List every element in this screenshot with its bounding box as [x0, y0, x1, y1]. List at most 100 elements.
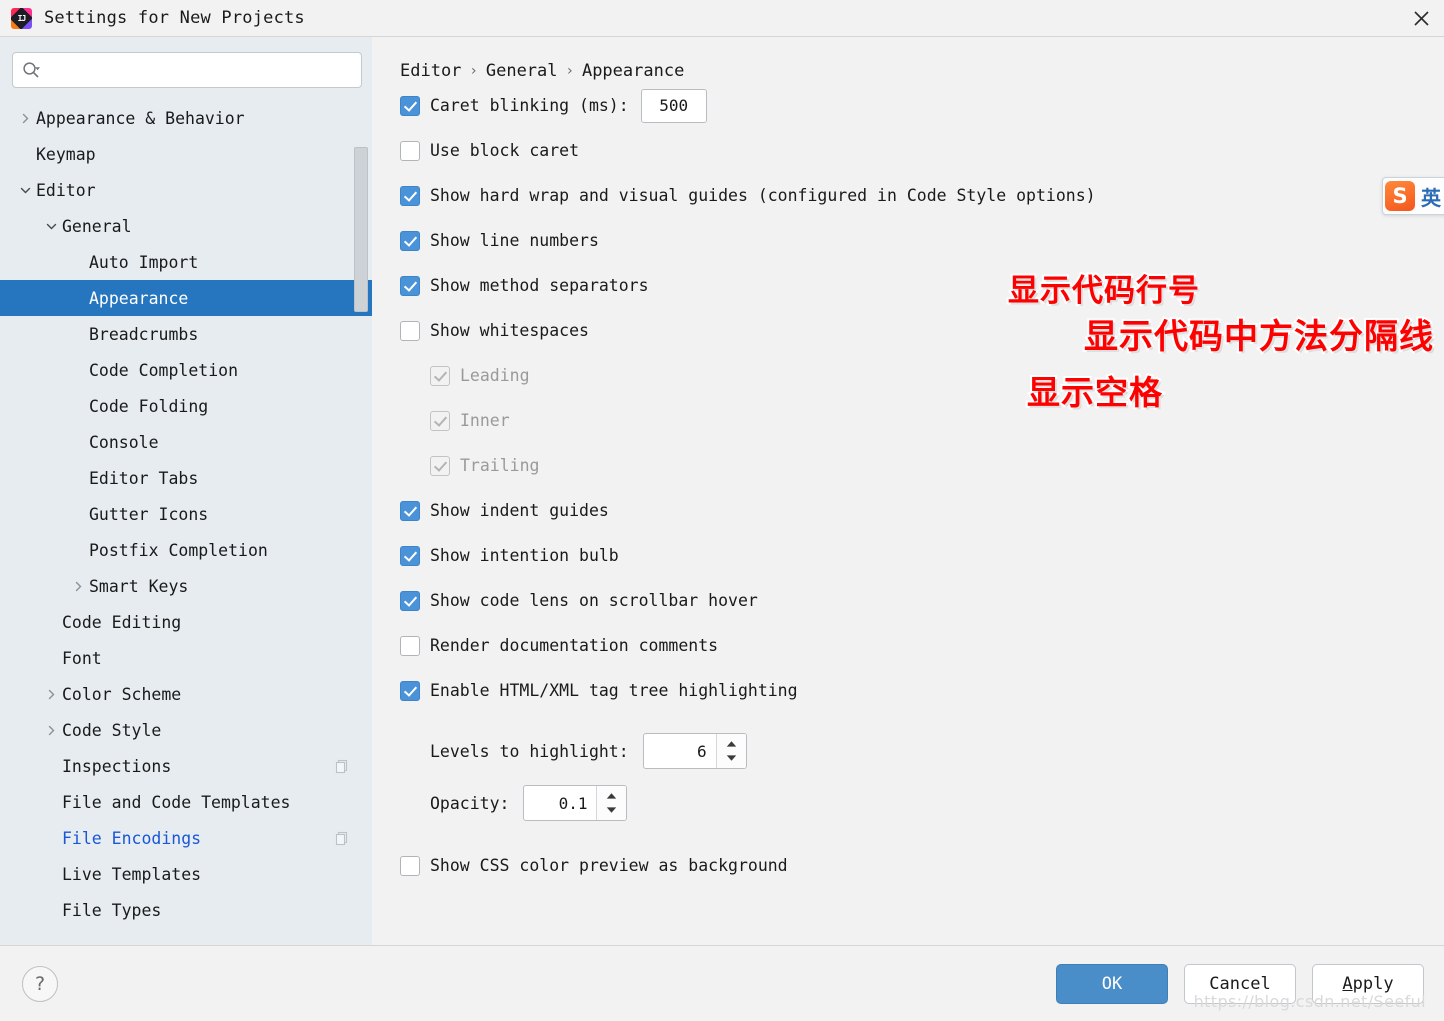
spinner-value-levels-to-highlight[interactable]: 6: [644, 734, 716, 768]
chevron-right-icon[interactable]: [40, 725, 62, 736]
sidebar-item-console[interactable]: Console: [0, 424, 372, 460]
sidebar-item-file-types[interactable]: File Types: [0, 892, 372, 928]
sidebar-item-file-encodings[interactable]: File Encodings: [0, 820, 372, 856]
checkbox-show-hard-wrap-and-visual-guides-configu[interactable]: [400, 185, 420, 206]
sidebar-item-keymap[interactable]: Keymap: [0, 136, 372, 172]
apply-mnemonic: A: [1342, 973, 1353, 994]
search-input[interactable]: [47, 61, 352, 79]
option-label-show-whitespaces: Show whitespaces: [430, 321, 589, 340]
checkbox-show-indent-guides[interactable]: [400, 500, 420, 521]
search-container: [0, 37, 372, 96]
chevron-right-icon[interactable]: [40, 689, 62, 700]
option-label-caret-blinking: Caret blinking (ms):: [430, 96, 629, 115]
sidebar-item-label: Inspections: [62, 756, 172, 776]
caret-blinking-input[interactable]: 500: [640, 88, 707, 123]
spinner-up-icon[interactable]: [725, 737, 738, 751]
checkbox-show-code-lens-on-scrollbar-hover[interactable]: [400, 590, 420, 611]
close-icon[interactable]: [1398, 0, 1444, 36]
checkbox-show-whitespaces[interactable]: [400, 320, 420, 341]
cancel-button[interactable]: Cancel: [1184, 963, 1296, 1004]
sidebar-item-font[interactable]: Font: [0, 640, 372, 676]
checkbox-use-block-caret[interactable]: [400, 140, 420, 161]
sidebar-item-label: Breadcrumbs: [89, 324, 199, 344]
spinner-levels-to-highlight[interactable]: 6: [642, 733, 747, 769]
settings-main-panel: Editor › General › Appearance Caret blinking…: [372, 37, 1444, 945]
option-label-inner: Inner: [460, 411, 510, 430]
sidebar-item-appearance[interactable]: Appearance: [0, 280, 372, 316]
chevron-down-icon[interactable]: [14, 185, 36, 196]
option-label-render-documentation-comments: Render documentation comments: [430, 636, 719, 655]
sogou-logo-icon: S: [1385, 181, 1415, 211]
spinner-opacity[interactable]: 0.1: [523, 785, 628, 821]
option-label-trailing: Trailing: [460, 456, 540, 475]
sidebar-item-editor[interactable]: Editor: [0, 172, 372, 208]
chevron-right-icon[interactable]: [14, 113, 36, 124]
checkbox-enable-html-xml-tag-tree-highlighting[interactable]: [400, 680, 420, 701]
spinner-down-icon[interactable]: [605, 803, 618, 817]
option-label-show-intention-bulb: Show intention bulb: [430, 546, 619, 565]
breadcrumb-part: Appearance: [581, 61, 685, 81]
help-button[interactable]: ?: [22, 965, 58, 1002]
option-label-use-block-caret: Use block caret: [430, 141, 580, 160]
checkbox-show-intention-bulb[interactable]: [400, 545, 420, 566]
sidebar-item-label: Console: [89, 432, 159, 452]
ime-mode-label[interactable]: 英: [1421, 182, 1441, 211]
spinner-value-opacity[interactable]: 0.1: [524, 786, 596, 820]
dialog-body: Appearance & Behavior Keymap Editor General…: [0, 37, 1444, 945]
copy-settings-icon[interactable]: [335, 831, 350, 846]
search-icon: [22, 61, 41, 80]
sidebar-item-postfix-completion[interactable]: Postfix Completion: [0, 532, 372, 568]
sidebar-item-label: Live Templates: [62, 864, 202, 884]
checkbox-css-color-preview[interactable]: [400, 855, 420, 876]
checkbox-render-documentation-comments[interactable]: [400, 635, 420, 656]
sidebar-item-file-and-code-templates[interactable]: File and Code Templates: [0, 784, 372, 820]
spinner-up-icon[interactable]: [605, 789, 618, 803]
sidebar-item-code-style[interactable]: Code Style: [0, 712, 372, 748]
sogou-ime-bar[interactable]: S 英: [1382, 177, 1444, 215]
sidebar-item-gutter-icons[interactable]: Gutter Icons: [0, 496, 372, 532]
sidebar-item-auto-import[interactable]: Auto Import: [0, 244, 372, 280]
sidebar-item-general[interactable]: General: [0, 208, 372, 244]
sidebar-scrollbar[interactable]: [354, 147, 368, 312]
sidebar-item-code-editing[interactable]: Code Editing: [0, 604, 372, 640]
sidebar-scrollbar-thumb[interactable]: [354, 147, 368, 312]
title-bar: Settings for New Projects: [0, 0, 1444, 37]
option-row-caret-blinking: Caret blinking (ms): 500: [400, 83, 1444, 128]
option-row-show-method-separators: Show method separators: [400, 263, 1444, 308]
spinner-list: Levels to highlight: 6 Opacity: 0.1: [400, 725, 1444, 829]
chevron-right-icon[interactable]: [67, 581, 89, 592]
checkbox-caret-blinking[interactable]: [400, 95, 420, 116]
option-row-trailing: Trailing: [400, 443, 1444, 488]
spinner-buttons: [715, 734, 746, 768]
sidebar-item-smart-keys[interactable]: Smart Keys: [0, 568, 372, 604]
sidebar-item-editor-tabs[interactable]: Editor Tabs: [0, 460, 372, 496]
sidebar-item-label: Font: [62, 648, 102, 668]
option-row-css-preview: Show CSS color preview as background: [400, 843, 1444, 888]
spinner-down-icon[interactable]: [725, 751, 738, 765]
sidebar-item-label: Keymap: [36, 144, 96, 164]
checkbox-inner: [430, 410, 450, 431]
breadcrumb: Editor › General › Appearance: [400, 37, 1444, 83]
option-list: Use block caret Show hard wrap and visual…: [400, 128, 1444, 713]
checkbox-show-method-separators[interactable]: [400, 275, 420, 296]
ok-button[interactable]: OK: [1056, 963, 1168, 1004]
option-label-show-line-numbers: Show line numbers: [430, 231, 599, 250]
sidebar-item-breadcrumbs[interactable]: Breadcrumbs: [0, 316, 372, 352]
sidebar-item-label: Code Completion: [89, 360, 239, 380]
sidebar-item-code-completion[interactable]: Code Completion: [0, 352, 372, 388]
sidebar-item-label: General: [62, 216, 132, 236]
search-box[interactable]: [12, 52, 362, 88]
sidebar-item-live-templates[interactable]: Live Templates: [0, 856, 372, 892]
sidebar-item-appearance-behavior[interactable]: Appearance & Behavior: [0, 100, 372, 136]
checkbox-show-line-numbers[interactable]: [400, 230, 420, 251]
sidebar-item-code-folding[interactable]: Code Folding: [0, 388, 372, 424]
sidebar-item-color-scheme[interactable]: Color Scheme: [0, 676, 372, 712]
sidebar-item-inspections[interactable]: Inspections: [0, 748, 372, 784]
sidebar-item-label: Postfix Completion: [89, 540, 268, 560]
copy-settings-icon[interactable]: [335, 759, 350, 774]
chevron-down-icon[interactable]: [40, 221, 62, 232]
annotation-whitespaces: 显示空格: [1025, 371, 1164, 414]
apply-button[interactable]: Apply: [1312, 963, 1424, 1004]
option-row-use-block-caret: Use block caret: [400, 128, 1444, 173]
annotation-line-numbers: 显示代码行号: [1006, 271, 1201, 311]
